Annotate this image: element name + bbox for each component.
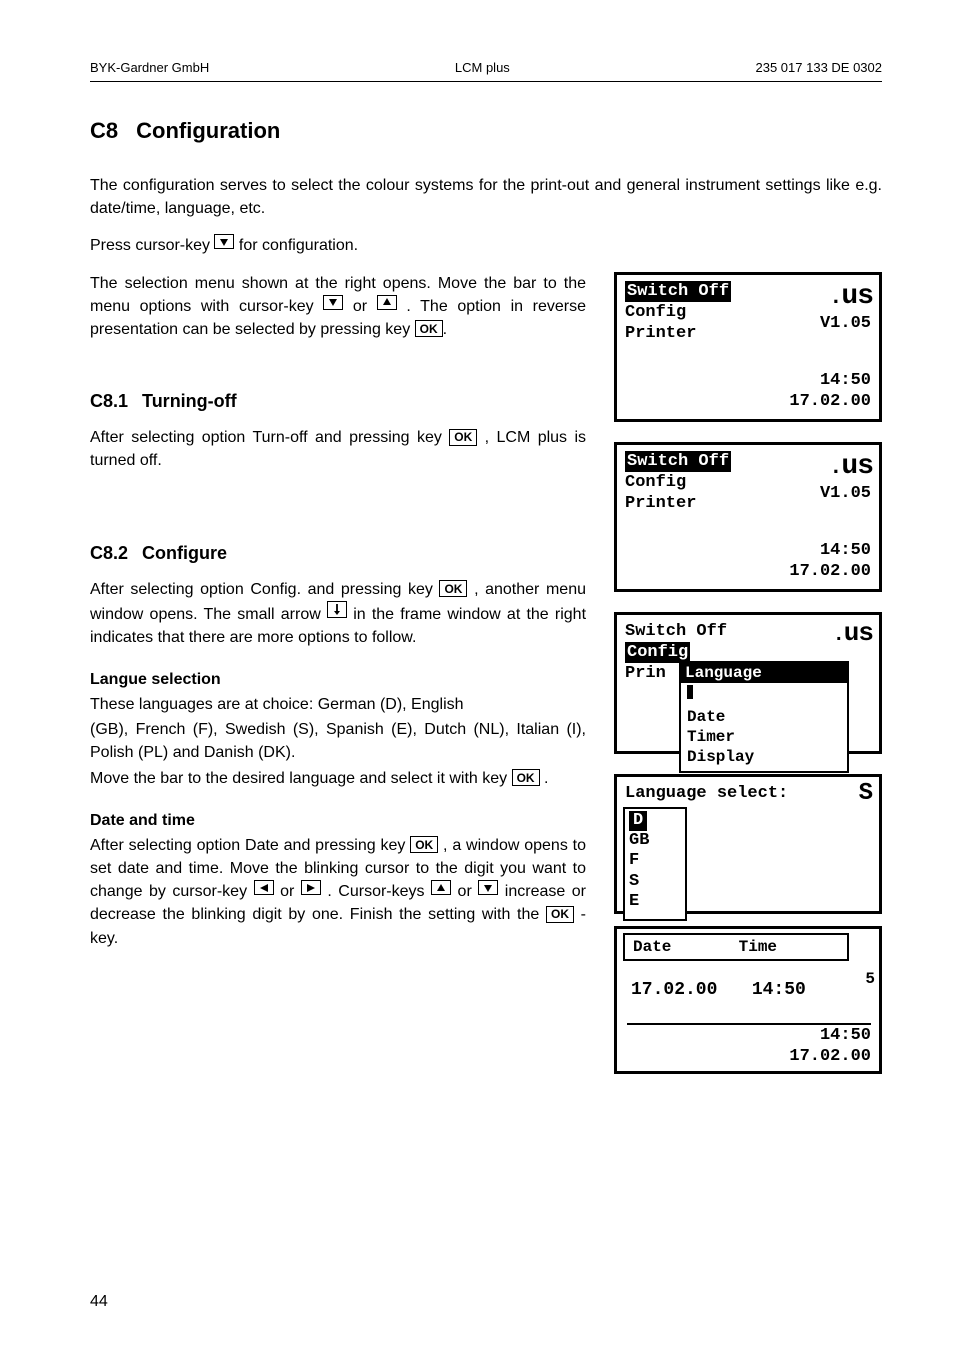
page-header: BYK-Gardner GmbH LCM plus 235 017 133 DE…	[90, 60, 882, 82]
ok-key: OK	[439, 580, 467, 597]
selection-paragraph: The selection menu shown at the right op…	[90, 272, 586, 342]
cursor-block-icon	[687, 685, 693, 699]
lcd-panel-switchoff-1: .us V1.05 Switch Off Config Printer 14:5…	[614, 272, 882, 422]
ok-key: OK	[410, 836, 438, 853]
menu-switch-off: Switch Off	[625, 451, 731, 472]
intro-paragraph: The configuration serves to select the c…	[90, 174, 882, 220]
heading-c8-title: Configuration	[136, 118, 280, 143]
date-time-header-row: Date Time	[623, 933, 849, 961]
date-time-heading: Date and time	[90, 812, 586, 830]
val-date: 17.02.00	[631, 979, 741, 1002]
ok-key: OK	[415, 320, 443, 337]
panel-time: 14:50	[789, 370, 871, 391]
lcd-panel-language-select: Language select: S D GB F S E	[614, 774, 882, 914]
down-arrow-key-icon	[214, 234, 234, 249]
panel-version: V1.05	[820, 483, 871, 504]
lang-f: F	[629, 851, 681, 871]
foot-date: 17.02.00	[789, 1046, 871, 1067]
language-list: D GB F S E	[623, 807, 687, 921]
langue-p1: These languages are at choice: German (D…	[90, 693, 586, 716]
lang-s: S	[629, 872, 681, 892]
brand-letter: S	[859, 779, 873, 809]
heading-c8-num: C8	[90, 118, 118, 144]
submenu-timer: Timer	[687, 727, 841, 747]
brand-logo: .us	[829, 449, 873, 484]
down-arrow-key-icon	[323, 295, 343, 310]
up-arrow-key-icon	[431, 880, 451, 895]
langue-heading: Langue selection	[90, 671, 586, 689]
brand-logo: .us	[833, 617, 873, 650]
langue-p2: (GB), French (F), Swedish (S), Spanish (…	[90, 718, 586, 764]
val-time: 14:50	[752, 980, 806, 1000]
lang-e: E	[629, 892, 681, 912]
hdr-time: Time	[739, 938, 777, 956]
up-arrow-key-icon	[377, 295, 397, 310]
ok-key: OK	[449, 429, 477, 446]
submenu-date: Date	[687, 707, 841, 727]
menu-switch-off: Switch Off	[625, 281, 731, 302]
config-submenu: Language Date Timer Display	[679, 661, 849, 773]
left-arrow-key-icon	[254, 880, 274, 895]
down-arrow-key-icon	[478, 880, 498, 895]
panel-version: V1.05	[820, 313, 871, 334]
lcd-panel-switchoff-2: .us V1.05 Switch Off Config Printer 14:5…	[614, 442, 882, 592]
panel-date: 17.02.00	[789, 561, 871, 582]
right-tick-5: 5	[865, 969, 875, 989]
heading-c82: C8.2Configure	[90, 543, 586, 564]
brand-logo: .us	[829, 279, 873, 314]
right-arrow-key-icon	[301, 880, 321, 895]
ok-key: OK	[546, 906, 574, 923]
panel-time: 14:50	[789, 540, 871, 561]
lcd-panel-date-time: Date Time 5 17.02.00 14:50 14:50 17.02.0…	[614, 926, 882, 1074]
lang-gb: GB	[629, 831, 681, 851]
panel-date: 17.02.00	[789, 391, 871, 412]
press-cursor-line: Press cursor-key for configuration.	[90, 234, 882, 257]
foot-time: 14:50	[789, 1025, 871, 1046]
heading-c8: C8 Configuration	[90, 118, 882, 144]
sec82-paragraph: After selecting option Config. and press…	[90, 578, 586, 650]
header-right: 235 017 133 DE 0302	[756, 60, 883, 75]
header-center: LCM plus	[455, 60, 510, 75]
page-number: 44	[90, 1293, 108, 1311]
submenu-language: Language	[681, 663, 847, 683]
submenu-display: Display	[687, 747, 841, 767]
language-select-title: Language select:	[625, 784, 788, 803]
header-left: BYK-Gardner GmbH	[90, 60, 209, 75]
langue-p3: Move the bar to the desired language and…	[90, 767, 586, 790]
down-arrow-straight-icon	[327, 601, 347, 618]
lcd-panel-config-submenu: .us Switch Off Config Prin Language Date…	[614, 612, 882, 754]
date-time-paragraph: After selecting option Date and pressing…	[90, 834, 586, 950]
heading-c81: C8.1Turning-off	[90, 391, 586, 412]
sec81-paragraph: After selecting option Turn-off and pres…	[90, 426, 586, 472]
ok-key: OK	[512, 769, 540, 786]
lang-d: D	[629, 811, 647, 831]
hdr-date: Date	[633, 937, 729, 957]
